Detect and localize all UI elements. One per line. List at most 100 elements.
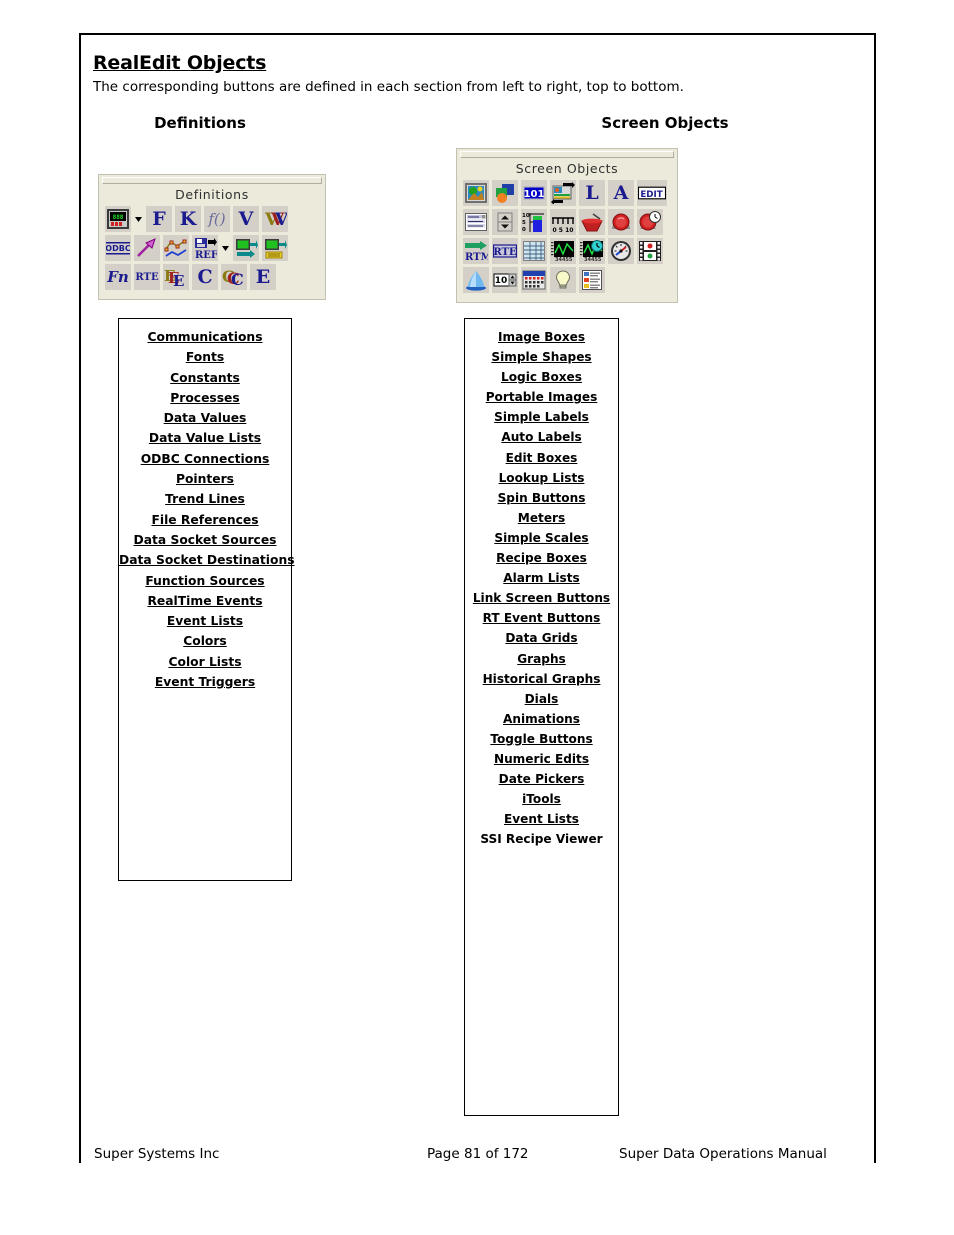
list-item[interactable]: Logic Boxes (465, 367, 618, 387)
simple-labels-icon[interactable]: L (579, 180, 605, 206)
logic-boxes-icon[interactable]: 101 (521, 180, 547, 206)
function-sources-icon[interactable]: Fn (105, 264, 131, 290)
list-item[interactable]: SSI Recipe Viewer (465, 829, 618, 849)
list-item[interactable]: Alarm Lists (465, 568, 618, 588)
data-value-lists-icon[interactable]: V V V (262, 206, 288, 232)
odbc-connections-icon[interactable]: ODBC (105, 235, 131, 261)
realtime-events-icon[interactable]: RTE (134, 264, 160, 290)
rt-event-buttons-icon[interactable]: RTM (463, 238, 489, 264)
list-item[interactable]: Data Values (119, 408, 291, 428)
list-item[interactable]: Color Lists (119, 652, 291, 672)
colors-icon[interactable]: C (192, 264, 218, 290)
svg-text:ODBC: ODBC (106, 244, 130, 253)
svg-text:5: 5 (522, 220, 526, 226)
portable-images-icon[interactable] (550, 180, 576, 206)
list-item[interactable]: Data Value Lists (119, 428, 291, 448)
data-socket-sources-icon[interactable] (233, 235, 259, 261)
toolbar-row: ODBC REF (105, 235, 319, 261)
list-item[interactable]: Date Pickers (465, 769, 618, 789)
list-item[interactable]: Graphs (465, 649, 618, 669)
list-item[interactable]: RT Event Buttons (465, 608, 618, 628)
list-item[interactable]: Link Screen Buttons (465, 588, 618, 608)
list-item[interactable]: Simple Scales (465, 528, 618, 548)
trend-lines-icon[interactable] (163, 235, 189, 261)
list-item[interactable]: Data Socket Sources (119, 530, 291, 550)
itools-icon[interactable] (550, 267, 576, 293)
list-item[interactable]: Pointers (119, 469, 291, 489)
list-item[interactable]: Trend Lines (119, 489, 291, 509)
list-item[interactable]: Communications (119, 327, 291, 347)
spin-buttons-icon[interactable] (492, 209, 518, 235)
fonts-icon[interactable]: F (146, 206, 172, 232)
list-item[interactable]: Toggle Buttons (465, 729, 618, 749)
numeric-edits-icon[interactable]: 10 (492, 267, 518, 293)
toggle-buttons-icon[interactable] (463, 267, 489, 293)
meters-icon[interactable]: 10 5 0 (521, 209, 547, 235)
data-values-icon-label: V (238, 208, 254, 230)
list-item[interactable]: iTools (465, 789, 618, 809)
image-boxes-icon[interactable] (463, 180, 489, 206)
list-item[interactable]: Event Lists (119, 611, 291, 631)
data-grids-icon[interactable] (521, 238, 547, 264)
pointers-arrow-icon[interactable] (134, 235, 160, 261)
recipe-boxes-icon[interactable] (579, 209, 605, 235)
svg-text:EDIT: EDIT (640, 190, 662, 200)
event-lists-icon[interactable]: E E E (163, 264, 189, 290)
alarm-lists-icon[interactable] (608, 209, 634, 235)
colors-icon-label: C (197, 266, 213, 288)
list-item[interactable]: Image Boxes (465, 327, 618, 347)
toolbar-grip-bar[interactable] (102, 177, 322, 184)
svg-text:0 5 10: 0 5 10 (553, 227, 574, 233)
file-references-icon[interactable]: REF (192, 235, 218, 261)
constants-icon[interactable]: K (175, 206, 201, 232)
list-item[interactable]: Data Socket Destinations (119, 550, 295, 570)
list-item[interactable]: Portable Images (465, 387, 618, 407)
list-item[interactable]: Function Sources (119, 571, 291, 591)
date-pickers-icon[interactable] (521, 267, 547, 293)
simple-scales-icon[interactable]: 0 5 10 (550, 209, 576, 235)
dropdown-arrow-icon[interactable] (221, 235, 230, 261)
list-item[interactable]: Recipe Boxes (465, 548, 618, 568)
list-item[interactable]: ODBC Connections (119, 449, 291, 469)
list-item[interactable]: Event Lists (465, 809, 618, 829)
list-item[interactable]: Spin Buttons (465, 488, 618, 508)
list-item[interactable]: Processes (119, 388, 291, 408)
simple-shapes-icon[interactable] (492, 180, 518, 206)
dials-icon[interactable] (608, 238, 634, 264)
list-item[interactable]: Meters (465, 508, 618, 528)
list-item[interactable]: Lookup Lists (465, 468, 618, 488)
list-item[interactable]: Simple Labels (465, 407, 618, 427)
dropdown-arrow-icon[interactable] (134, 206, 143, 232)
list-item[interactable]: Fonts (119, 347, 291, 367)
link-screen-buttons-icon[interactable] (637, 209, 663, 235)
list-item[interactable]: Constants (119, 368, 291, 388)
list-item[interactable]: Edit Boxes (465, 448, 618, 468)
historical-graphs-icon[interactable]: 34455 (579, 238, 605, 264)
color-lists-icon[interactable]: C C C (221, 264, 247, 290)
graphs-icon[interactable]: 34455 (550, 238, 576, 264)
list-item[interactable]: Numeric Edits (465, 749, 618, 769)
edit-boxes-icon[interactable]: EDIT (637, 180, 667, 206)
list-item[interactable]: Auto Labels (465, 427, 618, 447)
toolbar-grip-bar[interactable] (460, 151, 674, 158)
rte-icon[interactable]: RTE (492, 238, 518, 264)
auto-labels-icon[interactable]: A (608, 180, 634, 206)
communications-device-icon[interactable]: 888 (105, 206, 131, 232)
list-item[interactable]: Historical Graphs (465, 669, 618, 689)
list-item[interactable]: File References (119, 510, 291, 530)
toolbar-row: 10 5 0 0 5 10 (463, 209, 671, 235)
list-item[interactable]: RealTime Events (119, 591, 291, 611)
list-item[interactable]: Data Grids (465, 628, 618, 648)
lookup-lists-icon[interactable] (463, 209, 489, 235)
data-values-icon[interactable]: V (233, 206, 259, 232)
event-triggers-icon[interactable]: E (250, 264, 276, 290)
list-item[interactable]: Simple Shapes (465, 347, 618, 367)
processes-icon[interactable]: f() (204, 206, 230, 232)
data-socket-destinations-icon[interactable] (262, 235, 288, 261)
list-item[interactable]: Colors (119, 631, 291, 651)
list-item[interactable]: Event Triggers (119, 672, 291, 692)
animations-icon[interactable] (637, 238, 663, 264)
list-item[interactable]: Dials (465, 689, 618, 709)
event-lists-viewer-icon[interactable] (579, 267, 605, 293)
list-item[interactable]: Animations (465, 709, 618, 729)
